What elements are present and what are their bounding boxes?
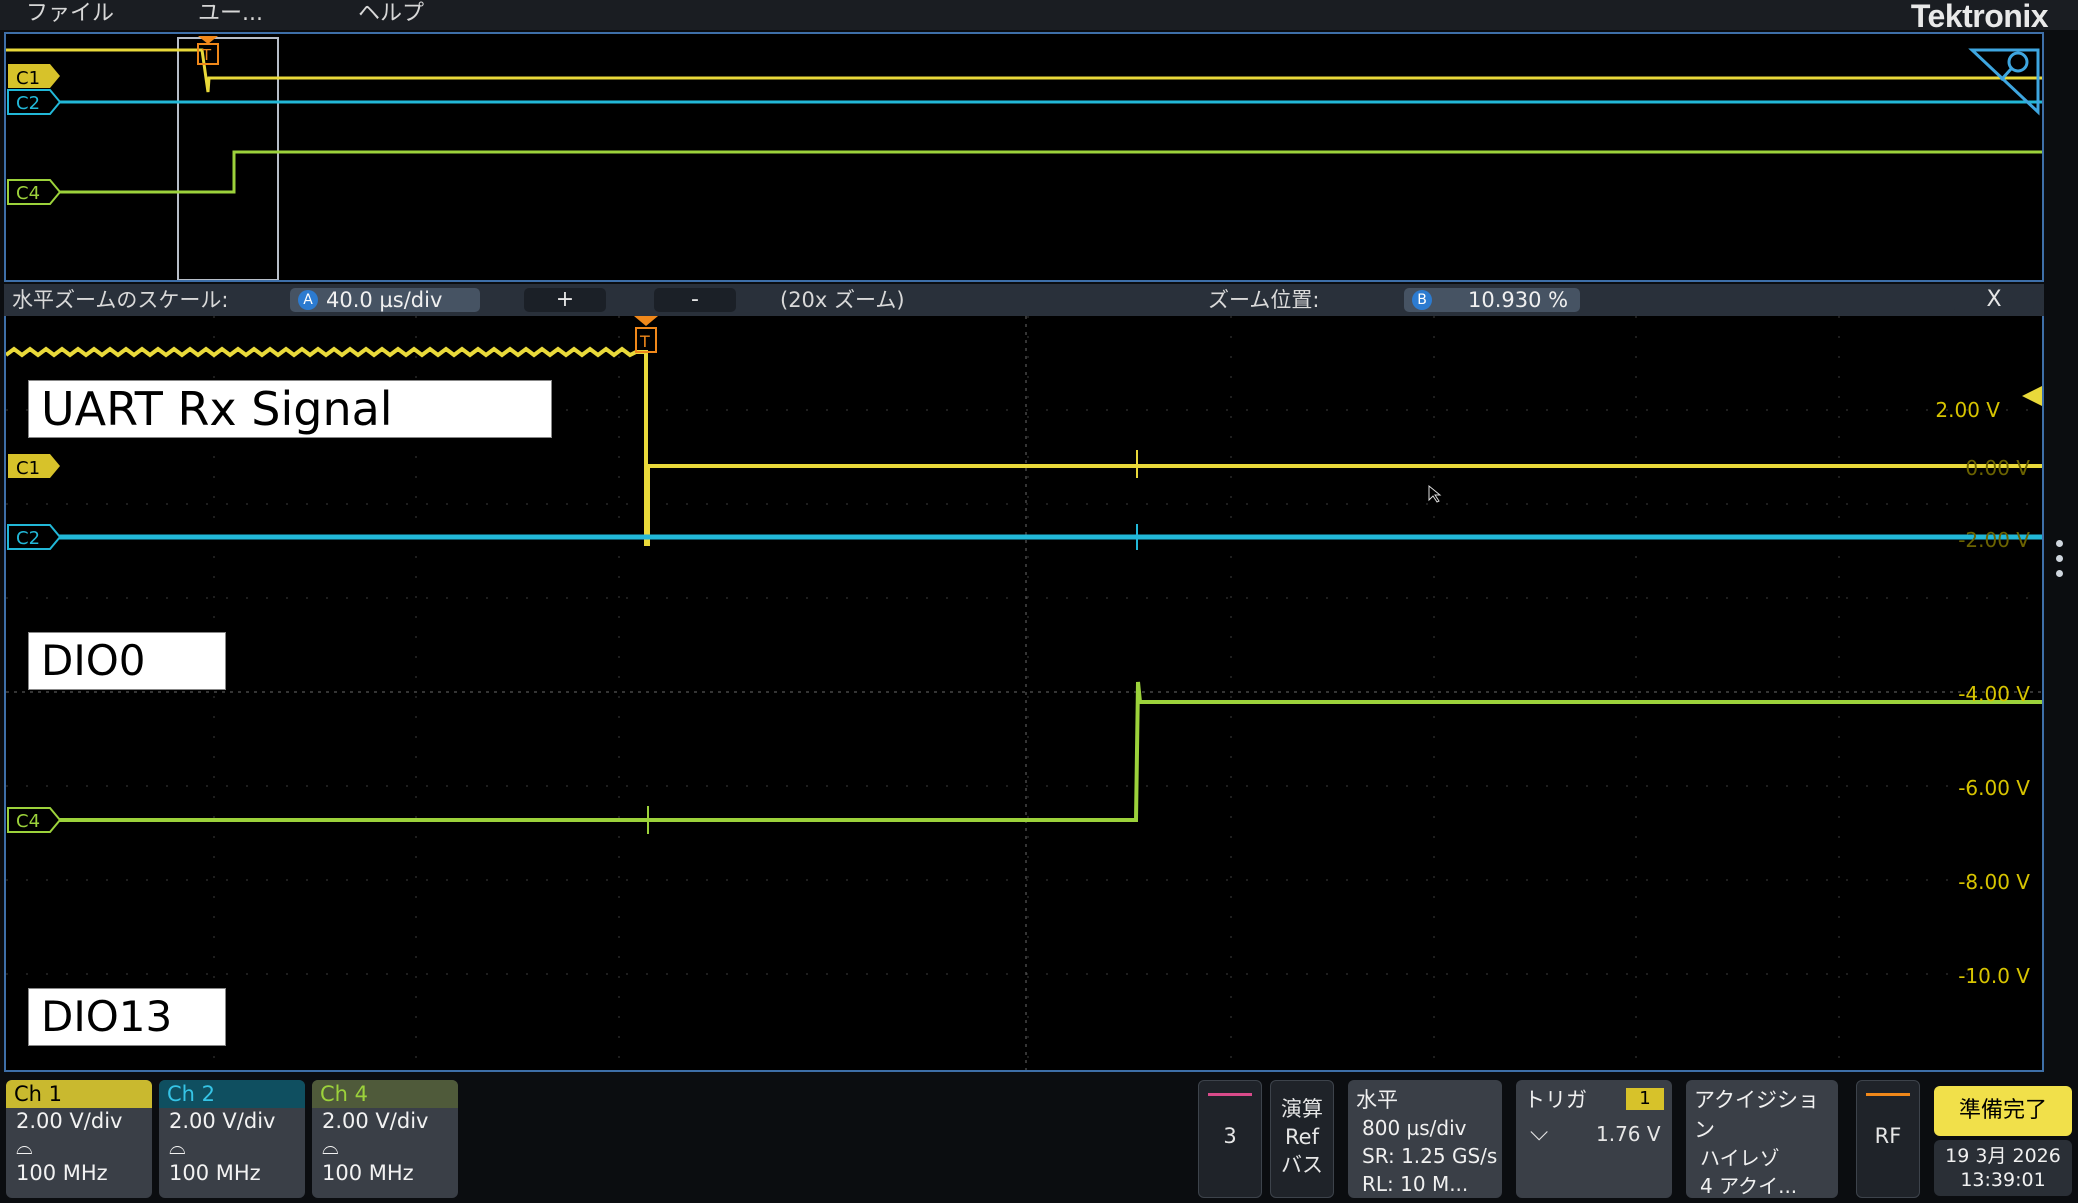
annotation-dio13: DIO13 xyxy=(28,988,226,1046)
channel-2-badge[interactable]: Ch 2 2.00 V/div ⌓ 100 MHz xyxy=(159,1080,305,1198)
horizontal-badge[interactable]: 水平 800 µs/div SR: 1.25 GS/s RL: 10 M... xyxy=(1348,1080,1502,1198)
acquisition-title: アクイジション xyxy=(1694,1088,1819,1142)
channel-4-bandwidth: 100 MHz xyxy=(322,1161,414,1185)
channel-4-probe-icon: ⌓ xyxy=(322,1135,339,1159)
acquisition-badge[interactable]: アクイジション ハイレゾ 4 アクイ... xyxy=(1686,1080,1838,1198)
channel-2-bandwidth: 100 MHz xyxy=(169,1161,261,1185)
overview-c4-marker: C4 xyxy=(7,179,62,205)
zoom-c4-trace xyxy=(58,681,2042,822)
settings-bar: Ch 1 2.00 V/div ⌓ 100 MHz Ch 2 2.00 V/di… xyxy=(0,1074,2078,1203)
volt-label-6: -8.00 V xyxy=(1958,870,2030,894)
zoom-position-badge: B xyxy=(1412,290,1432,310)
overview-trigger-arrow xyxy=(198,36,218,44)
overview-trigger-label: T xyxy=(201,46,212,64)
overview-c4-label: C4 xyxy=(16,183,40,204)
mouse-cursor-icon xyxy=(1428,484,1442,503)
side-menu-handle[interactable] xyxy=(2056,540,2066,586)
zoom-close-button[interactable]: X xyxy=(1954,288,2034,312)
overview-c4-trace xyxy=(58,150,2042,194)
acquisition-count: 4 アクイ... xyxy=(1700,1174,1798,1198)
zoom-c1-trace xyxy=(636,350,2042,546)
zoom-window-box xyxy=(177,37,279,280)
zoom-waveform-panel[interactable]: T C1 C2 C4 UART Rx Signal DIO0 DIO13 2.0… xyxy=(4,316,2044,1072)
zoom-trigger-label: T xyxy=(639,332,650,351)
add-channel-3-button[interactable]: 3 xyxy=(1198,1080,1262,1198)
overview-c1-label: C1 xyxy=(16,68,40,89)
volt-label-7: -10.0 V xyxy=(1958,964,2030,988)
channel-4-title: Ch 4 xyxy=(312,1080,458,1108)
channel-4-badge[interactable]: Ch 4 2.00 V/div ⌓ 100 MHz xyxy=(312,1080,458,1198)
zoom-position-label: ズーム位置: xyxy=(1208,288,1320,312)
horizontal-sample-rate: SR: 1.25 GS/s xyxy=(1362,1144,1498,1168)
zoom-c2-marker: C2 xyxy=(7,524,62,550)
trigger-badge[interactable]: トリガ 1 ⌵ 1.76 V xyxy=(1516,1080,1672,1198)
channel-2-title: Ch 2 xyxy=(159,1080,305,1108)
channel-2-scale: 2.00 V/div xyxy=(169,1109,276,1133)
channel-4-scale: 2.00 V/div xyxy=(322,1109,429,1133)
channel-2-probe-icon: ⌓ xyxy=(169,1135,186,1159)
zoom-scale-value: 40.0 µs/div xyxy=(326,288,443,312)
zoom-trigger-arrow xyxy=(634,316,658,326)
time-label: 13:39:01 xyxy=(1960,1169,2046,1191)
zoom-in-button[interactable]: + xyxy=(524,288,606,312)
zoom-out-button[interactable]: - xyxy=(654,288,736,312)
horizontal-record-length: RL: 10 M... xyxy=(1362,1172,1469,1196)
ref-label: Ref xyxy=(1285,1125,1319,1149)
zoom-factor-label: (20x ズーム) xyxy=(780,288,905,312)
zoom-c1-noise-trace xyxy=(6,346,637,358)
volt-label-4: -4.00 V xyxy=(1958,682,2030,706)
menu-bar: ファイル ユー... ヘルプ Tektronix xyxy=(0,0,2078,34)
menu-utility[interactable]: ユー... xyxy=(198,0,263,30)
trigger-source: 1 xyxy=(1626,1088,1664,1110)
volt-label-3: -2.00 V xyxy=(1958,528,2030,552)
volt-label-1: 2.00 V xyxy=(1935,398,2000,422)
zoom-c4-marker: C4 xyxy=(7,807,62,833)
annotation-uart-rx: UART Rx Signal xyxy=(28,380,552,438)
offset-arrow-icon xyxy=(2022,386,2042,406)
overview-waveform-canvas: C1 C2 C4 T xyxy=(6,36,2042,280)
rf-label: RF xyxy=(1874,1124,1902,1148)
trigger-level: 1.76 V xyxy=(1596,1122,1661,1146)
zoom-c1-label: C1 xyxy=(16,458,40,479)
date-time-display: 19 3月 2026 13:39:01 xyxy=(1934,1140,2072,1196)
channel-1-scale: 2.00 V/div xyxy=(16,1109,123,1133)
volt-label-2: 0.00 V xyxy=(1965,456,2030,480)
overview-c1-marker: C1 xyxy=(8,64,60,89)
bus-label: バス xyxy=(1281,1153,1323,1177)
zoom-c1-marker: C1 xyxy=(8,454,60,479)
acquisition-status-button[interactable]: 準備完了 xyxy=(1934,1086,2072,1136)
annotation-dio0: DIO0 xyxy=(28,632,226,690)
zoom-c4-label: C4 xyxy=(16,811,40,832)
menu-help[interactable]: ヘルプ xyxy=(358,0,424,30)
overview-waveform-panel[interactable]: C1 C2 C4 T xyxy=(4,32,2044,282)
math-label: 演算 xyxy=(1281,1097,1323,1121)
overview-c1-trace xyxy=(6,48,2042,93)
overview-c2-marker: C2 xyxy=(7,89,62,115)
rf-button[interactable]: RF xyxy=(1856,1080,1920,1198)
acquisition-mode: ハイレゾ xyxy=(1700,1146,1780,1170)
zoom-scale-field[interactable]: A 40.0 µs/div xyxy=(290,288,480,312)
zoom-control-bar: 水平ズームのスケール: A 40.0 µs/div + - (20x ズーム) ズ… xyxy=(4,284,2044,316)
overview-c2-label: C2 xyxy=(16,93,40,114)
zoom-scale-label: 水平ズームのスケール: xyxy=(12,288,229,312)
channel-1-bandwidth: 100 MHz xyxy=(16,1161,108,1185)
zoom-position-value: 10.930 % xyxy=(1468,288,1569,312)
channel-1-probe-icon: ⌓ xyxy=(16,1135,33,1159)
zoom-c2-label: C2 xyxy=(16,528,40,549)
tektronix-logo: Tektronix xyxy=(1910,0,2049,34)
channel-1-title: Ch 1 xyxy=(6,1080,152,1108)
channel-1-badge[interactable]: Ch 1 2.00 V/div ⌓ 100 MHz xyxy=(6,1080,152,1198)
horizontal-scale: 800 µs/div xyxy=(1362,1116,1467,1140)
channel-3-slot-label: 3 xyxy=(1223,1124,1237,1148)
trigger-edge-icon: ⌵ xyxy=(1530,1118,1549,1146)
menu-file[interactable]: ファイル xyxy=(26,0,114,30)
zoom-scale-badge: A xyxy=(298,290,318,310)
zoom-position-field[interactable]: B 10.930 % xyxy=(1404,288,1580,312)
math-ref-bus-button[interactable]: 演算 Ref バス xyxy=(1270,1080,1334,1198)
horizontal-title: 水平 xyxy=(1356,1088,1398,1112)
date-label: 19 3月 2026 xyxy=(1945,1145,2061,1167)
volt-label-5: -6.00 V xyxy=(1958,776,2030,800)
